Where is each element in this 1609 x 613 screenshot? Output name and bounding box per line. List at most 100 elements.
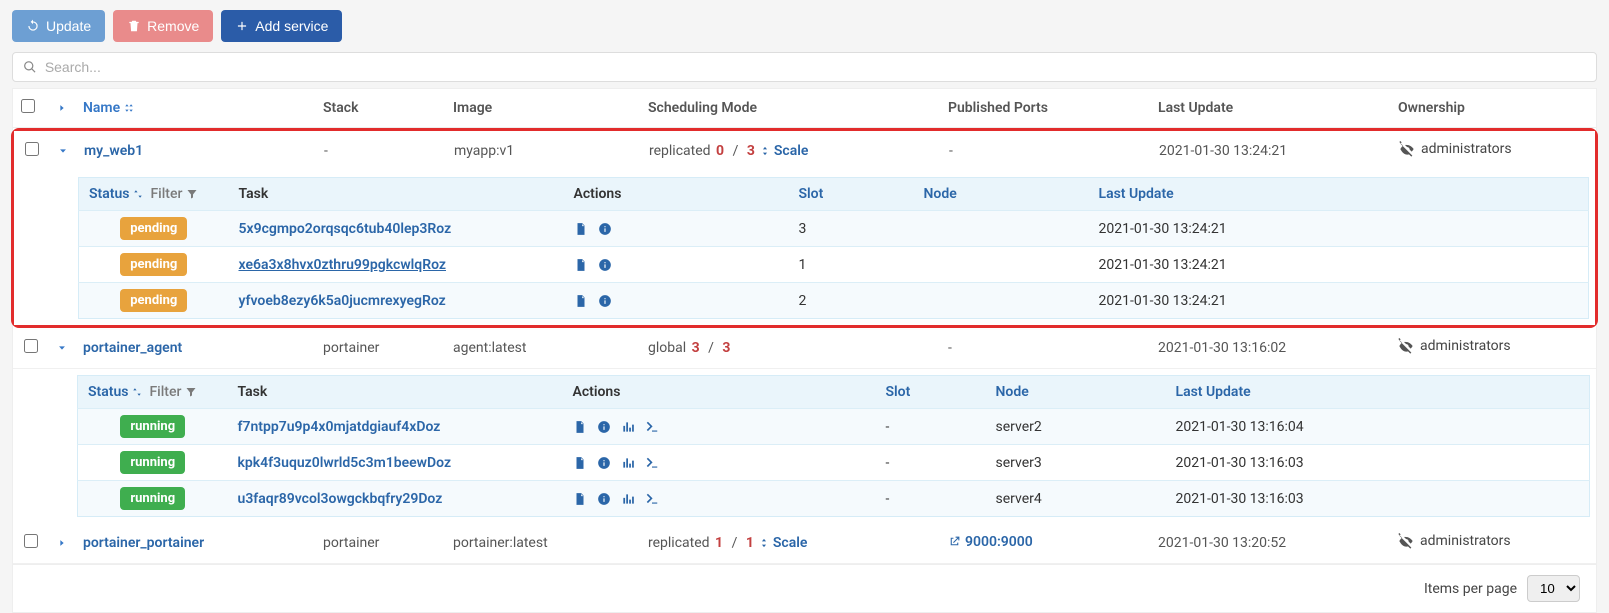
sub-col-task[interactable]: Task: [229, 178, 564, 211]
scheduling-mode: global: [648, 340, 686, 356]
task-last-update: 2021-01-30 13:24:21: [1089, 247, 1589, 283]
task-actions: [563, 481, 876, 517]
service-name-link[interactable]: my_web1: [84, 143, 143, 159]
expand-row-toggle[interactable]: [50, 131, 76, 171]
items-per-page-select[interactable]: 10: [1527, 575, 1580, 602]
sub-col-actions[interactable]: Actions: [564, 178, 789, 211]
expand-row-toggle[interactable]: [49, 328, 75, 369]
scale-icon: [760, 145, 770, 157]
sub-col-task[interactable]: Task: [228, 376, 563, 409]
logs-icon[interactable]: [574, 258, 588, 272]
col-image[interactable]: Image: [445, 89, 640, 128]
task-actions: [563, 445, 876, 481]
task-last-update: 2021-01-30 13:16:04: [1166, 409, 1590, 445]
col-published-ports[interactable]: Published Ports: [940, 89, 1150, 128]
expand-all-toggle[interactable]: [49, 89, 75, 128]
stats-icon[interactable]: [621, 492, 635, 506]
search-input[interactable]: [45, 59, 1586, 75]
sub-col-last-update[interactable]: Last Update: [1166, 376, 1590, 409]
chevron-right-icon: [57, 538, 67, 548]
sub-col-actions[interactable]: Actions: [563, 376, 876, 409]
logs-icon[interactable]: [573, 420, 587, 434]
task-row: pending yfvoeb8ezy6k5a0jucmrexyegRoz 2 2…: [79, 283, 1589, 319]
eye-off-icon: [1398, 338, 1414, 354]
info-icon[interactable]: [598, 258, 612, 272]
task-id-link[interactable]: xe6a3x8hvx0zthru99pgkcwlqRoz: [239, 257, 447, 273]
sub-col-node[interactable]: Node: [986, 376, 1166, 409]
stats-icon[interactable]: [621, 456, 635, 470]
status-badge: pending: [120, 289, 187, 312]
plus-icon: [235, 19, 249, 33]
remove-button[interactable]: Remove: [113, 10, 213, 42]
published-port-link[interactable]: 9000:9000: [948, 534, 1033, 550]
select-row-checkbox[interactable]: [24, 534, 38, 548]
console-icon[interactable]: [645, 420, 659, 434]
service-stack: portainer: [315, 523, 445, 564]
task-id-link[interactable]: u3faqr89vcol3owgckbqfry29Doz: [238, 491, 443, 507]
task-last-update: 2021-01-30 13:24:21: [1089, 211, 1589, 247]
scheduling-mode: replicated: [648, 535, 710, 551]
last-update: 2021-01-30 13:24:21: [1151, 131, 1391, 171]
service-name-link[interactable]: portainer_agent: [83, 340, 182, 356]
expand-row-toggle[interactable]: [49, 523, 75, 564]
col-ownership[interactable]: Ownership: [1390, 89, 1596, 128]
task-id-link[interactable]: yfvoeb8ezy6k5a0jucmrexyegRoz: [239, 293, 446, 309]
add-service-button[interactable]: Add service: [221, 10, 342, 42]
logs-icon[interactable]: [573, 492, 587, 506]
service-image: portainer:latest: [445, 523, 640, 564]
highlighted-service: my_web1 - myapp:v1 replicated 0 / 3 Scal…: [11, 128, 1598, 328]
sub-col-status[interactable]: Status Filter: [78, 376, 228, 409]
scale-link[interactable]: Scale: [760, 143, 808, 159]
task-id-link[interactable]: f7ntpp7u9p4x0mjatdgiauf4xDoz: [238, 419, 441, 435]
logs-icon[interactable]: [574, 222, 588, 236]
filter-toggle[interactable]: Filter: [149, 384, 197, 400]
task-actions: [564, 211, 789, 247]
sub-col-slot[interactable]: Slot: [876, 376, 986, 409]
col-name[interactable]: Name: [75, 89, 315, 128]
task-last-update: 2021-01-30 13:24:21: [1089, 283, 1589, 319]
service-name-link[interactable]: portainer_portainer: [83, 535, 204, 551]
update-button[interactable]: Update: [12, 10, 105, 42]
info-icon[interactable]: [597, 492, 611, 506]
service-row: portainer_agent portainer agent:latest g…: [13, 328, 1596, 369]
scale-link[interactable]: Scale: [759, 535, 807, 551]
sub-col-slot[interactable]: Slot: [789, 178, 914, 211]
sub-col-last-update[interactable]: Last Update: [1089, 178, 1589, 211]
task-node: [914, 211, 1089, 247]
service-row: my_web1 - myapp:v1 replicated 0 / 3 Scal…: [14, 131, 1595, 171]
task-actions: [564, 283, 789, 319]
refresh-icon: [26, 19, 40, 33]
tasks-subtable: Status Filter Task Actions Slot Node Las…: [77, 375, 1590, 517]
logs-icon[interactable]: [573, 456, 587, 470]
select-row-checkbox[interactable]: [24, 339, 38, 353]
search-bar: [12, 52, 1597, 82]
info-icon[interactable]: [598, 222, 612, 236]
filter-toggle[interactable]: Filter: [150, 186, 198, 202]
status-badge: running: [120, 487, 185, 510]
replicas-current: 0: [714, 143, 726, 159]
sub-col-status[interactable]: Status Filter: [79, 178, 229, 211]
task-id-link[interactable]: 5x9cgmpo2orqsqc6tub40lep3Roz: [239, 221, 452, 237]
services-panel: Name Stack Image Scheduling Mode Publish…: [12, 88, 1597, 565]
select-all-checkbox[interactable]: [21, 99, 35, 113]
info-icon[interactable]: [598, 294, 612, 308]
sub-col-node[interactable]: Node: [914, 178, 1089, 211]
select-row-checkbox[interactable]: [25, 142, 39, 156]
console-icon[interactable]: [645, 456, 659, 470]
info-icon[interactable]: [597, 420, 611, 434]
task-row: running u3faqr89vcol3owgckbqfry29Doz - s…: [78, 481, 1590, 517]
col-last-update[interactable]: Last Update: [1150, 89, 1390, 128]
task-node: [914, 247, 1089, 283]
stats-icon[interactable]: [621, 420, 635, 434]
info-icon[interactable]: [597, 456, 611, 470]
task-slot: -: [876, 409, 986, 445]
task-id-link[interactable]: kpk4f3uquz0lwrld5c3m1beewDoz: [238, 455, 452, 471]
col-scheduling-mode[interactable]: Scheduling Mode: [640, 89, 940, 128]
chevron-down-icon: [57, 343, 67, 353]
logs-icon[interactable]: [574, 294, 588, 308]
console-icon[interactable]: [645, 492, 659, 506]
task-row: pending 5x9cgmpo2orqsqc6tub40lep3Roz 3 2…: [79, 211, 1589, 247]
col-stack[interactable]: Stack: [315, 89, 445, 128]
ownership: administrators: [1398, 533, 1511, 549]
service-image: myapp:v1: [446, 131, 641, 171]
